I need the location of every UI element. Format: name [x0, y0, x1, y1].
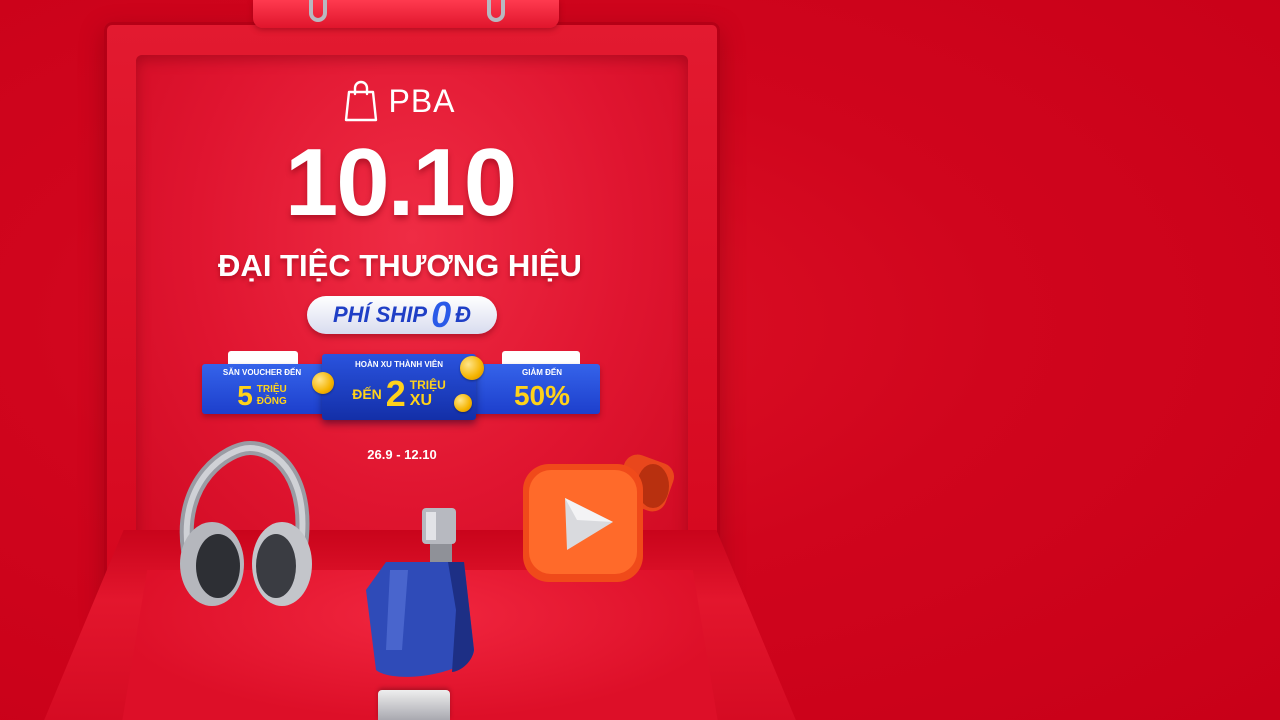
voucher-unit-bottom: ĐỒNG — [256, 396, 287, 407]
page-title: 10.10 — [284, 129, 517, 236]
voucher-unit-top: TRIỆU — [256, 384, 287, 395]
discount-promo[interactable]: GIẢM ĐẾN 50% — [486, 368, 598, 412]
free-shipping-badge[interactable]: PHÍ SHIP 0 Đ — [307, 296, 497, 334]
coins-unit-bottom: XU — [409, 392, 433, 409]
page-subtitle: ĐẠI TIỆC THƯƠNG HIỆU — [218, 248, 582, 283]
discount-value: 50% — [513, 380, 571, 411]
discount-tab — [502, 351, 580, 365]
coin-icon — [460, 356, 484, 380]
shipping-label: PHÍ SHIP — [332, 302, 428, 327]
shopping-bag-icon — [345, 80, 378, 122]
voucher-label: SĂN VOUCHER ĐẾN — [222, 368, 302, 377]
shipping-currency: Đ — [455, 302, 472, 327]
suitcase-latch — [378, 690, 450, 720]
suitcase-handle — [253, 0, 559, 28]
handle-ring-left — [309, 0, 327, 22]
brand-name: PBA — [388, 82, 456, 119]
coins-unit-top: TRIỆU — [409, 378, 446, 392]
promo-dates: 26.9 - 12.10 — [367, 447, 437, 462]
voucher-promo[interactable]: SĂN VOUCHER ĐẾN 5 TRIỆU ĐỒNG — [206, 368, 318, 412]
shipping-zero: 0 — [431, 294, 452, 335]
brand-logo[interactable]: PBA — [326, 74, 474, 128]
coin-icon — [312, 372, 334, 394]
voucher-number: 5 — [237, 380, 253, 411]
perfume-bottle-icon[interactable] — [356, 500, 486, 690]
headphones-icon[interactable] — [170, 440, 315, 612]
coin-icon — [454, 394, 472, 412]
play-button-icon[interactable] — [515, 450, 685, 595]
voucher-tab — [228, 351, 298, 365]
coins-number: 2 — [385, 373, 406, 414]
coins-prefix: ĐẾN — [352, 386, 382, 402]
handle-ring-right — [487, 0, 505, 22]
coins-label: HOÀN XU THÀNH VIÊN — [354, 360, 443, 369]
discount-label: GIẢM ĐẾN — [522, 368, 562, 377]
coins-promo[interactable]: HOÀN XU THÀNH VIÊN ĐẾN 2 TRIỆU XU — [322, 354, 476, 420]
